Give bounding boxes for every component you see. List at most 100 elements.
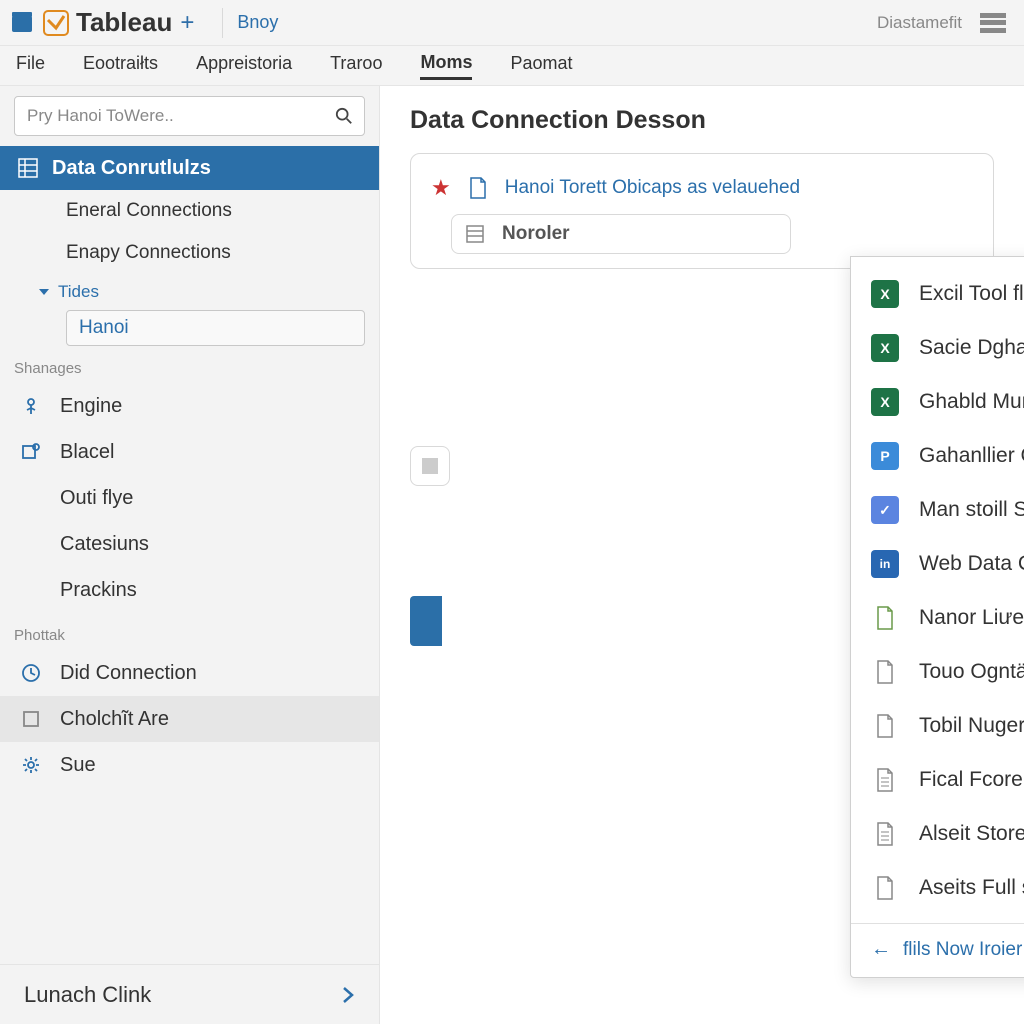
menu-paomat[interactable]: Paomat [510, 53, 572, 78]
file-lines-icon [871, 820, 899, 848]
menu-eootraits[interactable]: Eootraiłts [83, 53, 158, 78]
user-name: Diastamefit [877, 13, 962, 33]
dd-label: Gahanllier Connectors [919, 444, 1024, 468]
sidebar-heading-phottak: Phottak [0, 613, 379, 650]
excel-icon: X [871, 280, 899, 308]
dd-label: Tobil Nuger Fila [919, 714, 1024, 738]
sidebar-section-label: Data Conrutlulzs [52, 157, 211, 180]
dd-item-file-2[interactable]: Touo Ogntäk [851, 645, 1024, 699]
dd-label: Sacie Dghafiles [919, 336, 1024, 360]
star-icon: ★ [431, 175, 451, 201]
sidebar-heading-shanages: Shanages [0, 346, 379, 383]
tableau-logo-icon [8, 9, 36, 37]
menu-appreistoria[interactable]: Appreistoria [196, 53, 292, 78]
search-input[interactable] [14, 96, 365, 136]
file-icon [871, 658, 899, 686]
search-icon[interactable] [335, 107, 353, 125]
sidebar-item-did-connection[interactable]: Did Connection [0, 650, 379, 696]
dd-item-p[interactable]: P Gahanllier Connectors [851, 429, 1024, 483]
sidebar-tides-toggle[interactable]: Tides [0, 274, 379, 310]
sidebar-item-label: Sue [60, 754, 96, 777]
dd-label: Nanor Liưe selts fine [919, 606, 1024, 630]
document-icon [469, 177, 491, 199]
dd-item-check[interactable]: ✓ Man stoill Sonictiors [851, 483, 1024, 537]
caret-down-icon [38, 286, 50, 298]
dd-item-file-4[interactable]: Fical Fcorenids-Infresatiors [851, 753, 1024, 807]
mini-card[interactable] [410, 446, 450, 486]
separator [222, 8, 223, 38]
dd-label: Aseits Full sot side [919, 876, 1024, 900]
dd-item-web[interactable]: in Web Data Connectors [851, 537, 1024, 591]
menu-moms[interactable]: Moms [420, 52, 472, 80]
sidebar: Data Conrutlulzs Eneral Connections Enap… [0, 86, 380, 1024]
dd-label: Ghabld Munhion [919, 390, 1024, 414]
sidebar-item-catesiuns[interactable]: Catesiuns [0, 521, 379, 567]
clock-icon [18, 663, 44, 683]
dd-item-excel-1[interactable]: X Excil Tool flo [851, 267, 1024, 321]
dropdown-footer-label: flils Now Iroier [903, 939, 1022, 961]
topbar: Tableau + Bnoy Diastamefit [0, 0, 1024, 46]
sidebar-item-label: Engine [60, 395, 122, 418]
sidebar-item-prackins[interactable]: Prackins [0, 567, 379, 613]
square-icon [18, 709, 44, 729]
sidebar-item-blacel[interactable]: Blacel [0, 429, 379, 475]
sidebar-item-sue[interactable]: Sue [0, 742, 379, 788]
sidebar-item-cholchit[interactable]: Cholchĩt Are [0, 696, 379, 742]
chevron-right-icon [341, 985, 355, 1005]
gear-icon [18, 755, 44, 775]
secondary-logo-icon [42, 9, 70, 37]
tides-label: Tides [58, 282, 99, 302]
card-sub-row[interactable]: Noroler [451, 214, 791, 254]
menu-file[interactable]: File [16, 53, 45, 78]
connection-card: ★ Hanoi Torett Obicaps as velauehed Noro… [410, 153, 994, 269]
dd-item-file-1[interactable]: Nanor Liưe selts fine [851, 591, 1024, 645]
menu-icon[interactable] [980, 13, 1006, 33]
card-sub-label: Noroler [502, 223, 570, 245]
file-lines-icon [871, 766, 899, 794]
excel-icon: X [871, 388, 899, 416]
new-tab-button[interactable]: + [180, 9, 194, 37]
dd-item-file-6[interactable]: Aseits Full sot side [851, 861, 1024, 915]
check-icon: ✓ [871, 496, 899, 524]
sidebar-item-eneral[interactable]: Eneral Connections [0, 190, 379, 232]
sidebar-selected-value[interactable]: Hanoi [66, 310, 365, 346]
dd-item-file-5[interactable]: Alseit Store [851, 807, 1024, 861]
dd-label: Fical Fcorenids-Infresatiors [919, 768, 1024, 792]
arrow-left-icon: ← [871, 938, 891, 961]
app-title: Tableau [76, 7, 172, 38]
sidebar-item-label: Did Connection [60, 662, 197, 685]
sidebar-item-outi[interactable]: Outi flye [0, 475, 379, 521]
content-area: Data Connection Desson ★ Hanoi Torett Ob… [380, 86, 1024, 1024]
dd-item-excel-3[interactable]: X Ghabld Munhion [851, 375, 1024, 429]
sidebar-item-engine[interactable]: Engine [0, 383, 379, 429]
sidebar-footer-link[interactable]: Lunach Clink [0, 964, 379, 1024]
dd-label: Excil Tool flo [919, 282, 1024, 306]
dd-label: Alseit Store [919, 822, 1024, 846]
engine-icon [18, 396, 44, 416]
sidebar-item-label: Blacel [60, 441, 114, 464]
dd-label: Web Data Connectors [919, 552, 1024, 576]
dropdown-footer-link[interactable]: ← flils Now Iroier [851, 923, 1024, 967]
sidebar-section-data[interactable]: Data Conrutlulzs [0, 146, 379, 190]
excel-icon: X [871, 334, 899, 362]
footer-label: Lunach Clink [24, 982, 151, 1008]
sidebar-item-label: Cholchĩt Are [60, 708, 169, 731]
dd-label: Touo Ogntäk [919, 660, 1024, 684]
sidebar-item-enapy[interactable]: Enapy Connections [0, 232, 379, 274]
p-connector-icon: P [871, 442, 899, 470]
menu-traroo[interactable]: Traroo [330, 53, 382, 78]
file-icon [871, 604, 899, 632]
file-icon [871, 712, 899, 740]
workspace-tab[interactable]: Bnoy [237, 12, 278, 33]
connector-dropdown: X Excil Tool flo X Sacie Dghafiles X Ghabld… [850, 256, 1024, 978]
menubar: File Eootraiłts Appreistoria Traroo Moms… [0, 46, 1024, 86]
search-box [14, 96, 365, 136]
linkedin-icon: in [871, 550, 899, 578]
table-icon [466, 225, 488, 243]
dd-item-excel-2[interactable]: X Sacie Dghafiles [851, 321, 1024, 375]
blue-side-tab[interactable] [410, 596, 442, 646]
page-title: Data Connection Desson [410, 106, 994, 135]
dd-item-file-3[interactable]: Tobil Nuger Fila [851, 699, 1024, 753]
card-linked-row[interactable]: ★ Hanoi Torett Obicaps as velauehed [411, 168, 993, 208]
dd-label: Man stoill Sonictiors [919, 498, 1024, 522]
